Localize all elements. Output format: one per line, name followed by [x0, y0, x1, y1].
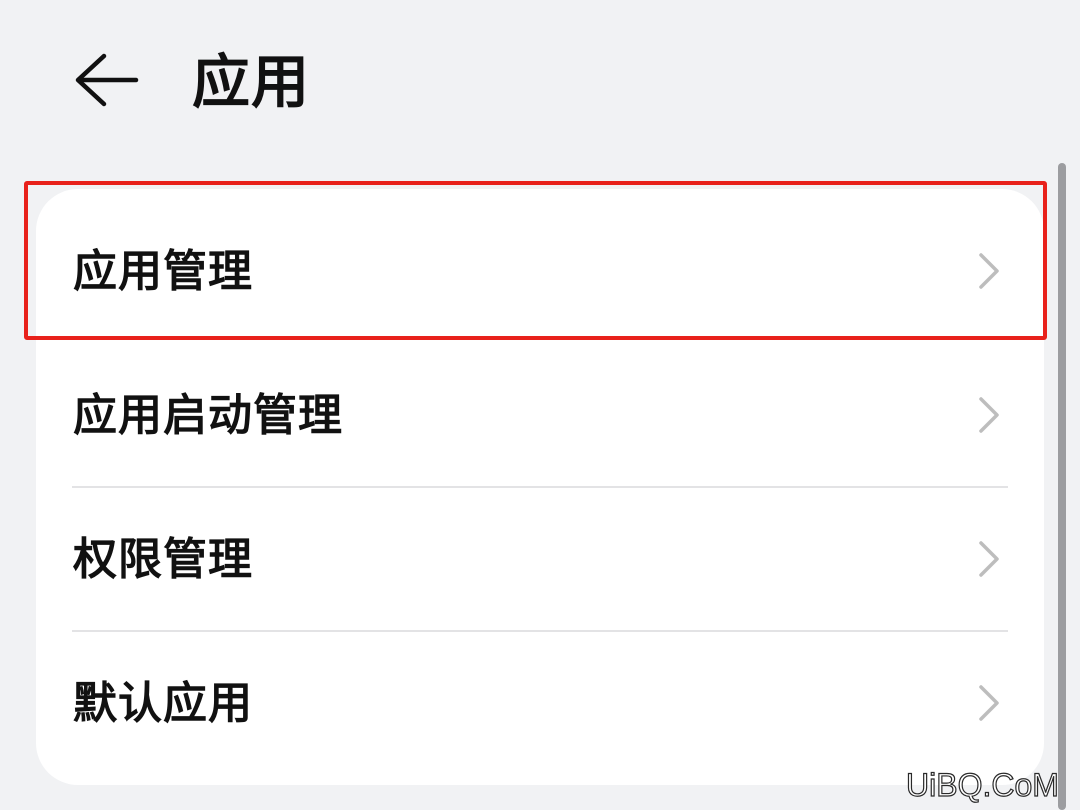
chevron-right-icon	[974, 683, 1004, 723]
list-item-permission-management[interactable]: 权限管理	[36, 487, 1044, 631]
list-item-label: 默认应用	[73, 678, 253, 729]
scrollbar[interactable]	[1058, 163, 1066, 810]
list-item-label: 应用管理	[73, 246, 253, 297]
list-item-app-management[interactable]: 应用管理	[36, 199, 1044, 343]
back-arrow-icon	[75, 53, 139, 107]
page-title: 应用	[192, 48, 311, 116]
watermark: UiBQ.CoM	[905, 766, 1059, 803]
settings-card: 应用管理 应用启动管理 权限管理 默认应用	[36, 189, 1044, 785]
chevron-right-icon	[974, 251, 1004, 291]
list-item-default-apps[interactable]: 默认应用	[36, 631, 1044, 775]
back-button[interactable]	[66, 44, 146, 116]
list-item-label: 权限管理	[73, 534, 253, 585]
app-header: 应用	[0, 0, 1080, 165]
list-item-app-launch-management[interactable]: 应用启动管理	[36, 343, 1044, 487]
list-item-label: 应用启动管理	[73, 390, 343, 441]
chevron-right-icon	[974, 395, 1004, 435]
chevron-right-icon	[974, 539, 1004, 579]
